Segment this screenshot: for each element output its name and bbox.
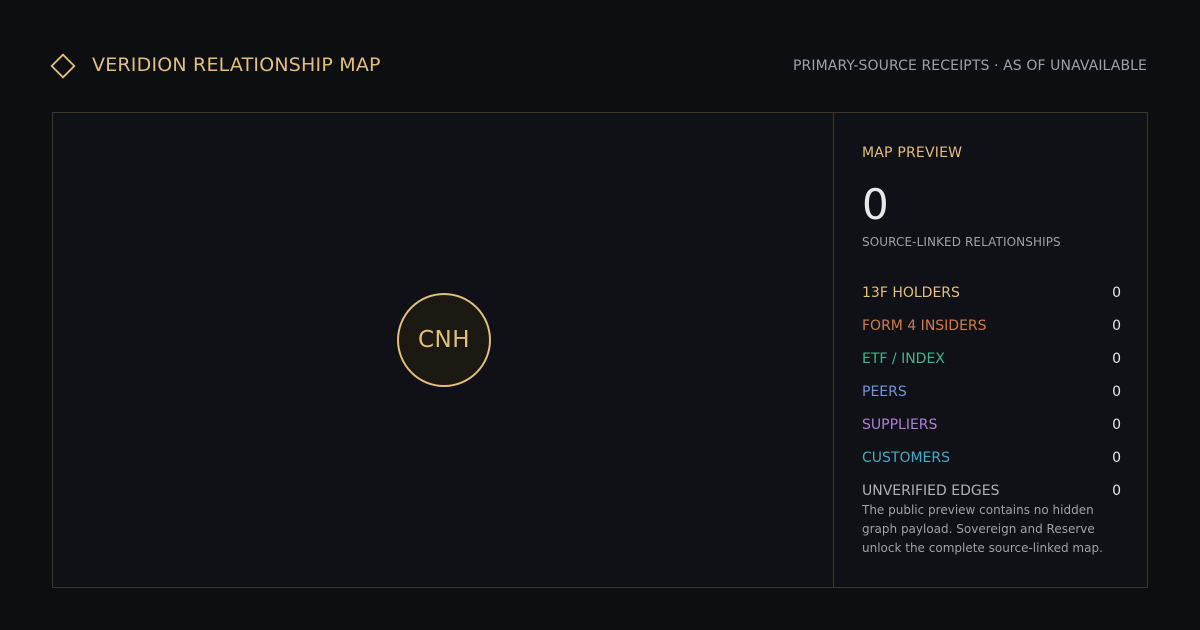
category-label-13f-holders: 13F HOLDERS (862, 285, 960, 301)
source-status-text: PRIMARY-SOURCE RECEIPTS · AS OF UNAVAILA… (792, 58, 1147, 74)
category-value: 0 (1112, 384, 1121, 400)
category-label-suppliers: SUPPLIERS (862, 417, 938, 433)
map-frame: CNH MAP PREVIEW 0 SOURCE-LINKED RELATION… (52, 112, 1148, 588)
category-value: 0 (1112, 450, 1121, 466)
category-value: 0 (1112, 285, 1121, 301)
category-value: 0 (1112, 417, 1121, 433)
category-label-etf-index: ETF / INDEX (862, 351, 945, 367)
app-title: VERIDION RELATIONSHIP MAP (92, 54, 381, 76)
category-row: 13F HOLDERS 0 (862, 281, 1121, 314)
category-row: CUSTOMERS 0 (862, 446, 1121, 479)
category-label-form4-insiders: FORM 4 INSIDERS (862, 318, 987, 334)
panel-title: MAP PREVIEW (862, 145, 963, 161)
category-list: 13F HOLDERS 0 FORM 4 INSIDERS 0 ETF / IN… (862, 281, 1121, 512)
category-row: ETF / INDEX 0 (862, 347, 1121, 380)
category-label-unverified-edges: UNVERIFIED EDGES (862, 483, 1000, 499)
total-relationships-caption: SOURCE-LINKED RELATIONSHIPS (862, 235, 1061, 249)
category-label-customers: CUSTOMERS (862, 450, 951, 466)
preview-note: The public preview contains no hidden gr… (862, 503, 1103, 555)
category-row: SUPPLIERS 0 (862, 413, 1121, 446)
diamond-outline-icon (47, 50, 79, 82)
map-preview-panel: MAP PREVIEW 0 SOURCE-LINKED RELATIONSHIP… (835, 113, 1147, 587)
category-value: 0 (1112, 483, 1121, 499)
relationship-map-canvas[interactable]: CNH (53, 113, 834, 587)
category-row: FORM 4 INSIDERS 0 (862, 314, 1121, 347)
category-value: 0 (1112, 318, 1121, 334)
category-label-peers: PEERS (862, 384, 907, 400)
total-relationships-count: 0 (862, 180, 889, 229)
center-company-ticker: CNH (417, 327, 471, 353)
header: VERIDION RELATIONSHIP MAP PRIMARY-SOURCE… (0, 0, 1200, 112)
center-company-node[interactable]: CNH (397, 293, 491, 387)
category-value: 0 (1112, 351, 1121, 367)
category-row: PEERS 0 (862, 380, 1121, 413)
